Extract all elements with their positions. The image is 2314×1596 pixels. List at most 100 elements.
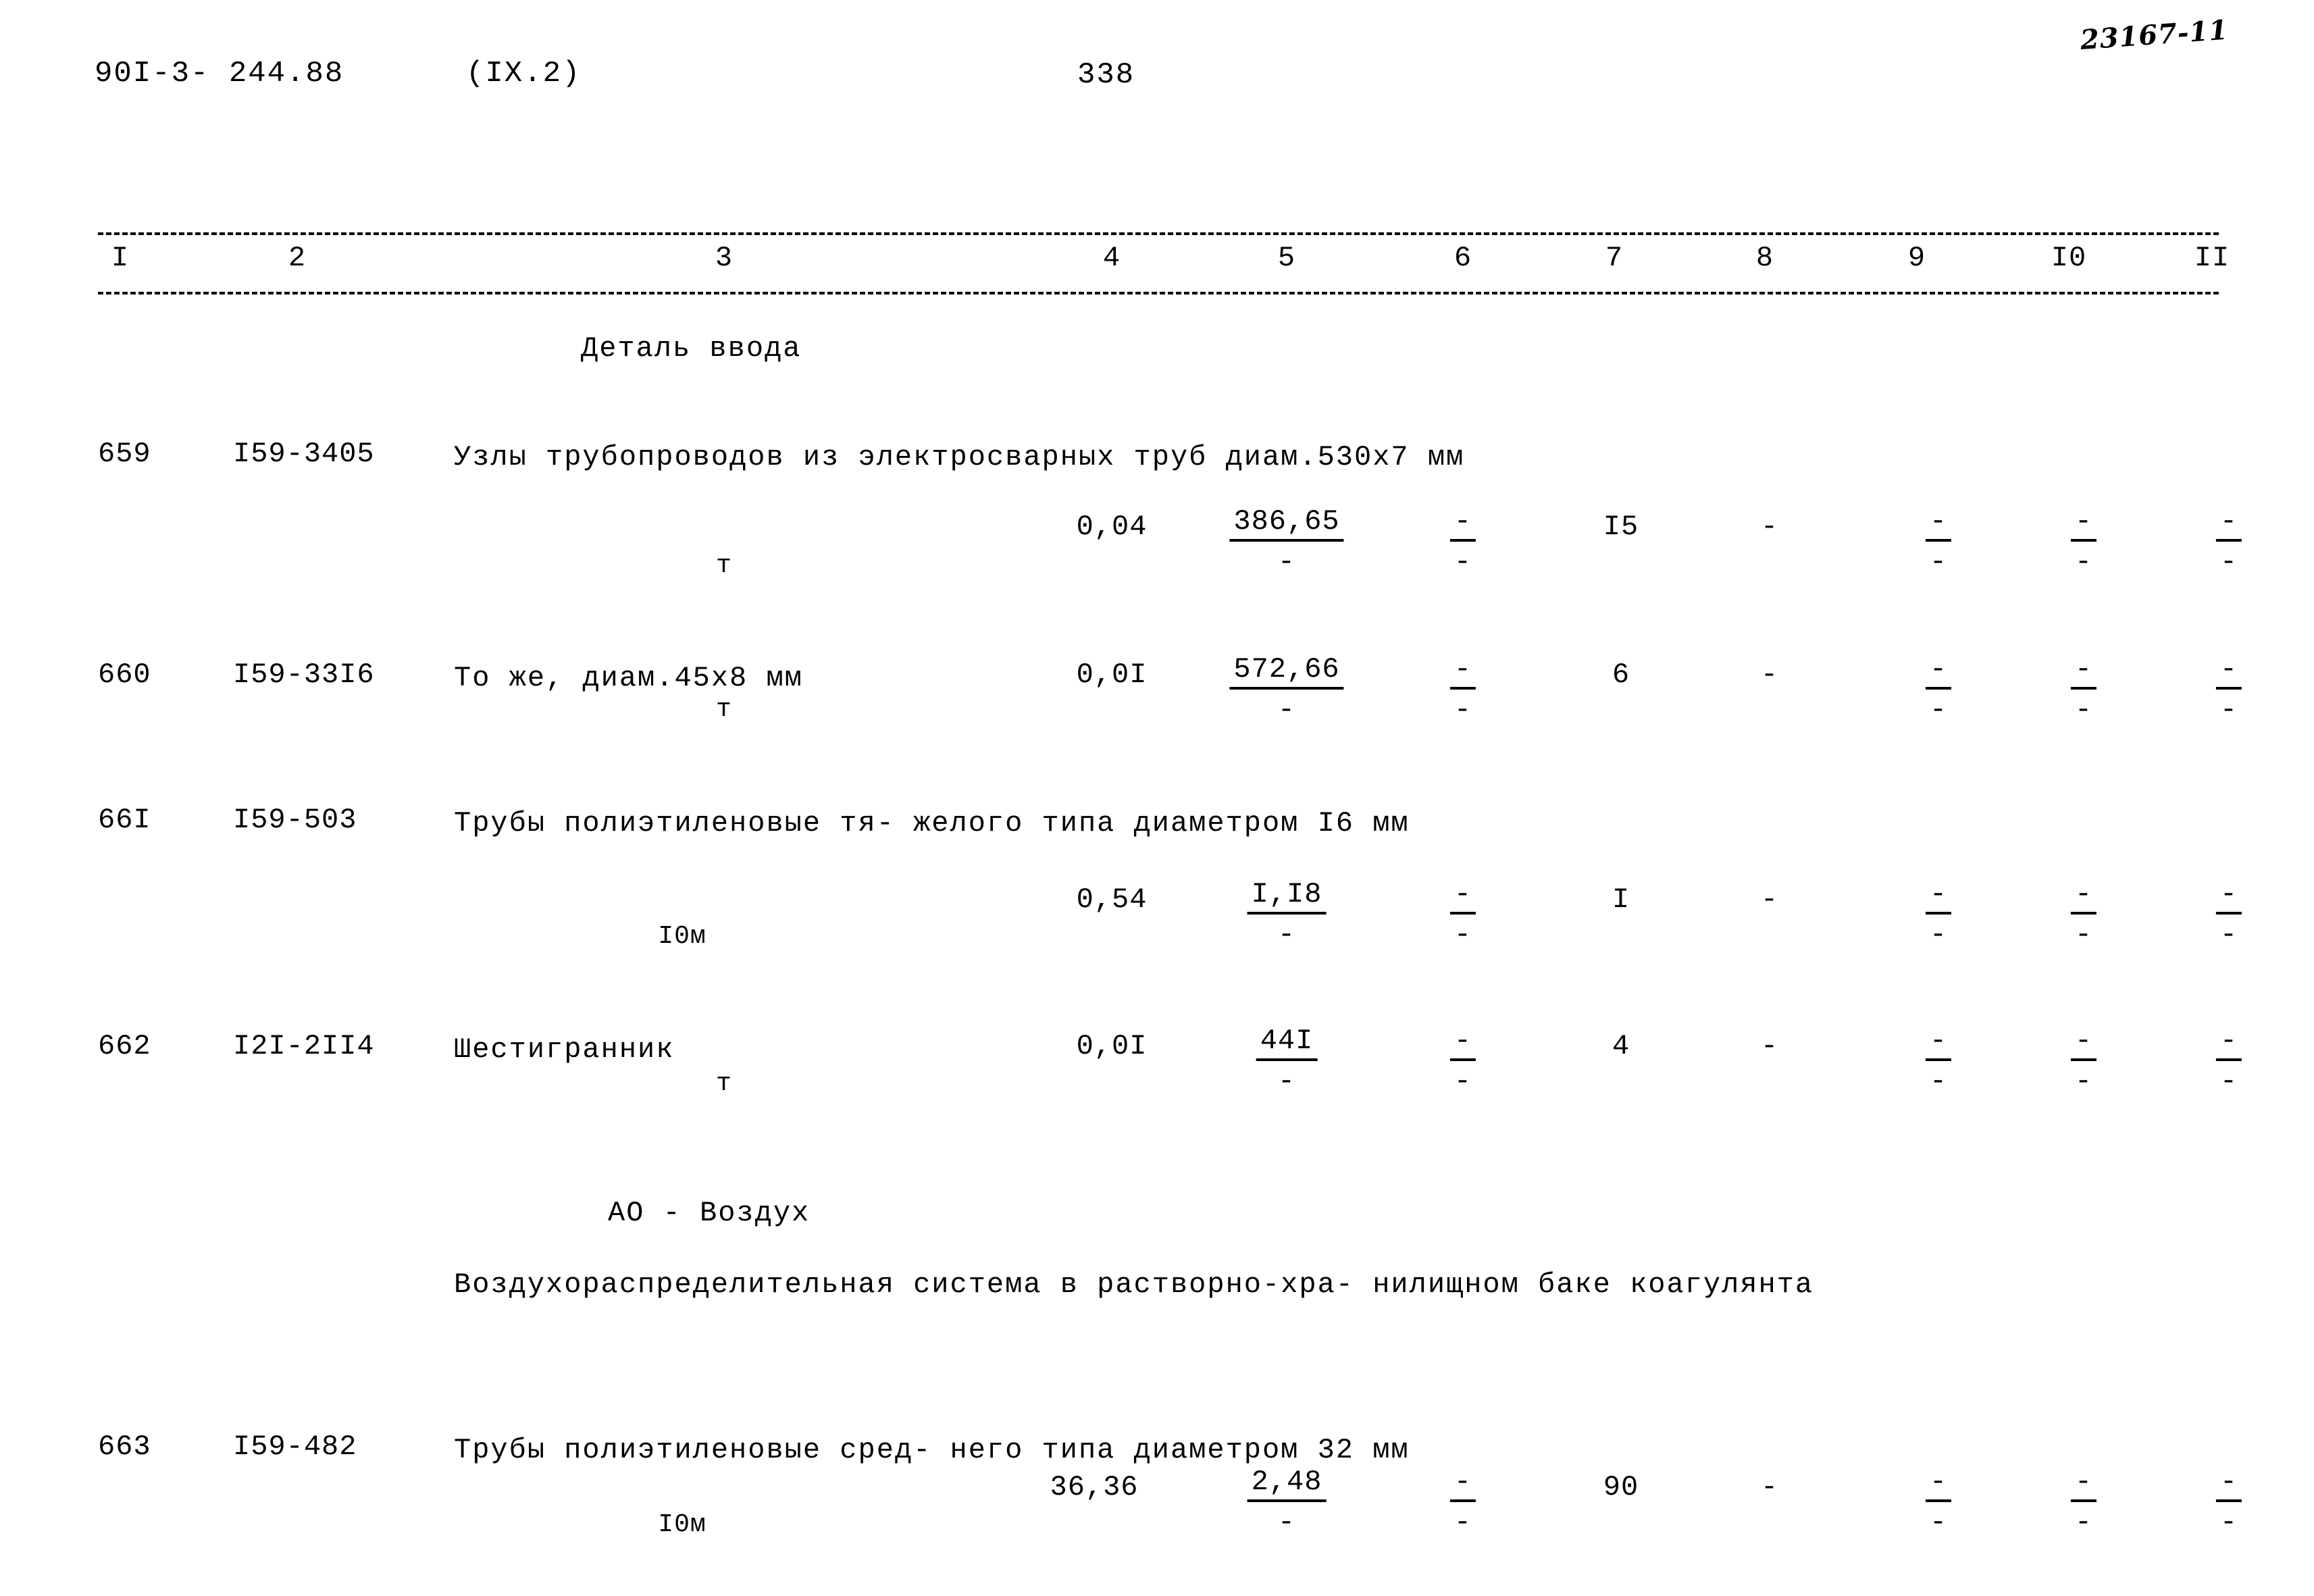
cell-col5-denominator: - — [1277, 919, 1296, 951]
row-unit: т — [716, 1069, 732, 1098]
cell-col5-numerator: 2,48 — [1247, 1466, 1327, 1502]
cell-col4: 36,36 — [1050, 1471, 1139, 1503]
page-number: 338 — [1077, 58, 1135, 92]
cell-col10-denominator: - — [2074, 546, 2093, 578]
cell-col8: - — [1760, 511, 1779, 543]
cell-col11: - - — [2215, 653, 2242, 726]
column-header-8: 8 — [1755, 242, 1774, 274]
cell-col7: 6 — [1612, 659, 1630, 691]
cell-col11-denominator: - — [2219, 1065, 2238, 1098]
row-unit: т — [716, 551, 732, 580]
section-title-detail-vvoda: Деталь ввода — [581, 332, 802, 365]
column-header-7: 7 — [1605, 242, 1624, 274]
row-code: I2I-2II4 — [233, 1030, 375, 1062]
cell-col9: - - — [1925, 1466, 1952, 1539]
cell-col10: - - — [2070, 1466, 2097, 1539]
cell-col9-denominator: - — [1929, 1506, 1948, 1539]
cell-col6-denominator: - — [1454, 919, 1472, 951]
cell-col9-numerator: - — [1925, 1466, 1952, 1502]
cell-col11-numerator: - — [2215, 505, 2242, 542]
archive-stamp-handwritten: 23167-11 — [2079, 14, 2230, 56]
row-code: I59-503 — [233, 804, 357, 836]
cell-col4: 0,0I — [1076, 1030, 1148, 1062]
cell-col4: 0,54 — [1076, 883, 1148, 916]
row-code: I59-3405 — [233, 438, 375, 470]
cell-col10: - - — [2070, 505, 2097, 578]
row-code: I59-482 — [233, 1431, 357, 1463]
cell-col9: - - — [1925, 878, 1952, 951]
section-title-ao-vozduh: АО - Воздух — [608, 1197, 811, 1229]
cell-col5: 386,65 - — [1229, 505, 1344, 578]
cell-col11-denominator: - — [2219, 1506, 2238, 1539]
row-number: 662 — [98, 1030, 151, 1062]
cell-col5-denominator: - — [1277, 546, 1296, 578]
cell-col11-numerator: - — [2215, 1025, 2242, 1061]
cell-col6-denominator: - — [1454, 1065, 1472, 1098]
column-header-4: 4 — [1102, 242, 1121, 274]
cell-col10-numerator: - — [2070, 878, 2097, 915]
column-header-11: II — [2194, 242, 2230, 274]
row-number: 659 — [98, 438, 151, 470]
row-description: То же, диам.45х8 мм — [454, 662, 803, 694]
cell-col11-numerator: - — [2215, 1466, 2242, 1502]
cell-col5-denominator: - — [1277, 1065, 1296, 1098]
row-unit: I0м — [658, 1510, 706, 1539]
cell-col6-denominator: - — [1454, 1506, 1472, 1539]
cell-col6: - - — [1449, 653, 1476, 726]
cell-col5: I,I8 - — [1247, 878, 1327, 951]
cell-col7: 4 — [1612, 1030, 1630, 1062]
cell-col6-denominator: - — [1454, 694, 1472, 726]
cell-col9-denominator: - — [1929, 1065, 1948, 1098]
cell-col5: 572,66 - — [1229, 653, 1344, 726]
cell-col10-denominator: - — [2074, 919, 2093, 951]
cell-col7: I — [1612, 883, 1630, 916]
row-unit: т — [716, 695, 732, 724]
cell-col8: - — [1760, 659, 1779, 691]
cell-col7: I5 — [1603, 511, 1639, 543]
column-header-5: 5 — [1277, 242, 1296, 274]
cell-col6: - - — [1449, 878, 1476, 951]
cell-col6-numerator: - — [1449, 1025, 1476, 1061]
column-header-10: I0 — [2051, 242, 2087, 274]
cell-col9-numerator: - — [1925, 1025, 1952, 1061]
table-rule-top — [98, 232, 2219, 235]
row-number: 66I — [98, 804, 151, 836]
cell-col9-denominator: - — [1929, 546, 1948, 578]
cell-col6: - - — [1449, 505, 1476, 578]
document-code: 90I-3- 244.88 — [95, 57, 344, 91]
cell-col4: 0,0I — [1076, 659, 1148, 691]
cell-col9: - - — [1925, 653, 1952, 726]
cell-col5: 44I - — [1256, 1025, 1318, 1098]
cell-col10-denominator: - — [2074, 1506, 2093, 1539]
cell-col10-numerator: - — [2070, 1466, 2097, 1502]
cell-col9-numerator: - — [1925, 653, 1952, 690]
cell-col8: - — [1760, 1030, 1779, 1062]
row-number: 663 — [98, 1431, 151, 1463]
column-header-6: 6 — [1454, 242, 1472, 274]
cell-col9-numerator: - — [1925, 505, 1952, 542]
cell-col10-numerator: - — [2070, 653, 2097, 690]
cell-col10-denominator: - — [2074, 1065, 2093, 1098]
cell-col5-denominator: - — [1277, 1506, 1296, 1539]
cell-col5: 2,48 - — [1247, 1466, 1327, 1539]
section-note: Воздухораспределительная система в раств… — [454, 1268, 1814, 1301]
document-section-ref: (IX.2) — [466, 57, 582, 91]
cell-col5-numerator: 386,65 — [1229, 505, 1344, 542]
cell-col10: - - — [2070, 1025, 2097, 1098]
column-header-9: 9 — [1907, 242, 1926, 274]
cell-col5-numerator: I,I8 — [1247, 878, 1327, 915]
cell-col6-numerator: - — [1449, 878, 1476, 915]
column-header-2: 2 — [288, 242, 307, 274]
cell-col9-numerator: - — [1925, 878, 1952, 915]
cell-col5-numerator: 572,66 — [1229, 653, 1344, 690]
cell-col7: 90 — [1603, 1471, 1639, 1503]
cell-col10: - - — [2070, 653, 2097, 726]
row-description: Шестигранник — [454, 1033, 675, 1066]
cell-col11-denominator: - — [2219, 919, 2238, 951]
cell-col11: - - — [2215, 1466, 2242, 1539]
cell-col11: - - — [2215, 878, 2242, 951]
cell-col6: - - — [1449, 1025, 1476, 1098]
cell-col9-denominator: - — [1929, 694, 1948, 726]
column-header-1: I — [111, 242, 130, 274]
row-code: I59-33I6 — [233, 659, 375, 691]
